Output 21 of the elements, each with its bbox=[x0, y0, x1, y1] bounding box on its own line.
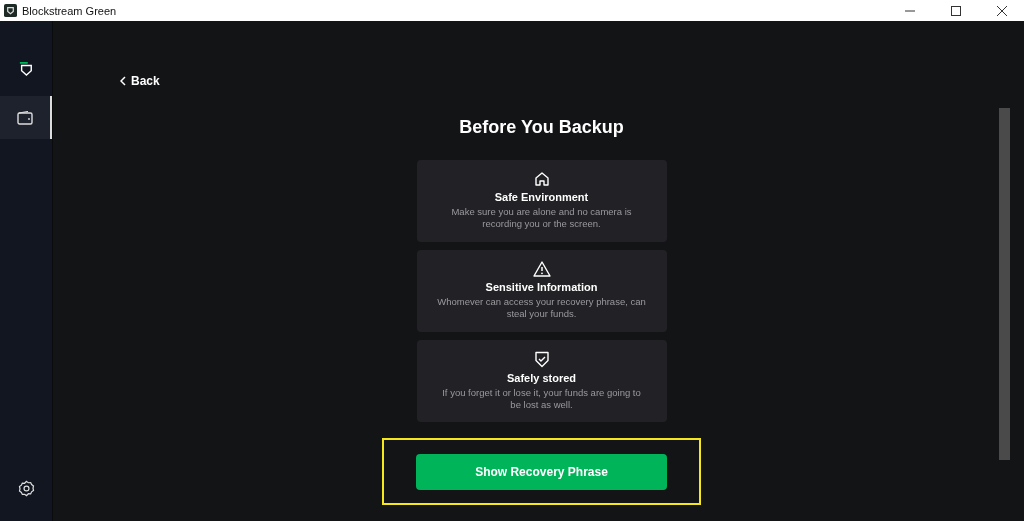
close-icon[interactable] bbox=[996, 4, 1008, 17]
back-button[interactable]: Back bbox=[118, 72, 162, 90]
card-title: Safe Environment bbox=[494, 191, 589, 203]
wallet-icon bbox=[17, 110, 33, 125]
wallet-nav-item[interactable] bbox=[0, 96, 52, 139]
shield-check-icon bbox=[533, 351, 550, 368]
card-description: If you forget it or lose it, your funds are going to be lost as well. bbox=[441, 387, 642, 412]
card-title: Safely stored bbox=[506, 372, 577, 384]
shield-logo-icon[interactable] bbox=[19, 61, 33, 77]
card-description: Whomever can access your recovery phrase, can steal your funds. bbox=[436, 296, 647, 321]
card-title: Sensitive Information bbox=[485, 281, 598, 293]
page-heading: Before You Backup bbox=[459, 117, 624, 138]
maximize-icon[interactable] bbox=[950, 4, 962, 17]
card-description: Make sure you are alone and no camera is recording you or the screen. bbox=[450, 206, 633, 231]
window-title: Blockstream Green bbox=[22, 4, 117, 17]
warning-icon bbox=[532, 261, 551, 277]
app-logo-icon bbox=[4, 4, 17, 17]
settings-icon[interactable] bbox=[17, 480, 35, 497]
chevron-left-icon bbox=[120, 76, 126, 86]
house-icon bbox=[533, 171, 550, 187]
scrollbar[interactable] bbox=[999, 108, 1010, 460]
